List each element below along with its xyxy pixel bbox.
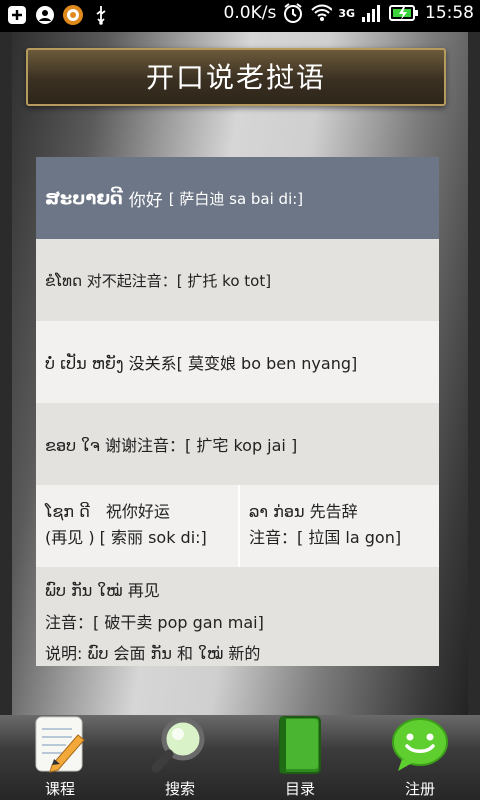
phrase-pronunciation: [ 萨白迪 sa bai di:]: [168, 189, 304, 208]
phrase-cell-goodbye[interactable]: ລາ ກ່ອນ 先告辞 注音：[ 拉国 la gon]: [238, 485, 439, 567]
status-bar: 0.0K/s 3G 15:58: [0, 0, 480, 32]
battery-icon: [389, 2, 419, 24]
clock: 15:58: [425, 3, 474, 23]
phrase-row-hello[interactable]: ສະບາຍດີ 你好 [ 萨白迪 sa bai di:]: [36, 157, 439, 239]
phrase-text: ຂອບ ໃຈ 谢谢注音：[ 扩宅 kop jai ]: [45, 436, 298, 455]
phrase-line: (再见 ) [ 索丽 sok di:]: [45, 528, 207, 547]
phrase-line: 注音：[ 破干卖 pop gan mai]: [45, 613, 264, 632]
nav-catalog-button[interactable]: 目录: [240, 715, 360, 800]
signal-icon: [361, 2, 383, 24]
chat-smile-icon: [390, 715, 450, 775]
network-type: 3G: [338, 6, 355, 20]
bottom-nav: 课程 搜索 目录 注册: [0, 715, 480, 800]
network-speed: 0.0K/s: [223, 3, 277, 23]
magnifier-icon: [150, 715, 210, 775]
nav-label: 目录: [284, 780, 315, 798]
phrase-text: ຂໍໂທດ 对不起注音：[ 扩托 ko tot]: [45, 271, 272, 290]
phrase-line: 说明: ພົບ 会面 ກັນ 和 ໃໝ່ 新的: [45, 644, 261, 663]
phrase-row-pair: ໂຊກ ດີ 祝你好运 (再见 ) [ 索丽 sok di:] ລາ ກ່ອນ …: [36, 485, 439, 567]
usb-icon: [90, 4, 112, 26]
title-banner: 开口说老挝语: [26, 48, 446, 106]
phrase-chinese: 你好: [128, 190, 163, 211]
contacts-icon: [34, 4, 56, 26]
nav-label: 课程: [44, 780, 75, 798]
phrase-text: ບໍ່ ເປັນ ຫຍັງ 没关系[ 莫变娘 bo ben nyang]: [45, 354, 358, 373]
phrase-line: ພົບ ກັນ ໃໝ່ 再见: [45, 581, 160, 600]
book-icon: [270, 715, 330, 775]
phrase-row-never-mind[interactable]: ບໍ່ ເປັນ ຫຍັງ 没关系[ 莫变娘 bo ben nyang]: [36, 321, 439, 403]
phrase-line: 注音：[ 拉国 la gon]: [249, 528, 402, 547]
phrase-cell-good-luck[interactable]: ໂຊກ ດີ 祝你好运 (再见 ) [ 索丽 sok di:]: [36, 485, 238, 567]
phrase-line: ໂຊກ ດີ 祝你好运: [45, 502, 170, 521]
phrase-lao: ສະບາຍດີ: [45, 187, 123, 209]
app-notification-icon: [62, 4, 84, 26]
add-notification-icon: [6, 4, 28, 26]
wifi-icon: [310, 2, 333, 24]
phrase-row-sorry[interactable]: ຂໍໂທດ 对不起注音：[ 扩托 ko tot]: [36, 239, 439, 321]
nav-label: 搜索: [164, 780, 195, 798]
alarm-icon: [282, 2, 304, 24]
phrase-row-see-you[interactable]: ພົບ ກັນ ໃໝ່ 再见 注音：[ 破干卖 pop gan mai] 说明:…: [36, 567, 439, 666]
nav-register-button[interactable]: 注册: [360, 715, 480, 800]
nav-course-button[interactable]: 课程: [0, 715, 120, 800]
notepad-pencil-icon: [30, 715, 90, 775]
phrase-row-thanks[interactable]: ຂອບ ໃຈ 谢谢注音：[ 扩宅 kop jai ]: [36, 403, 439, 485]
phrase-table: ສະບາຍດີ 你好 [ 萨白迪 sa bai di:] ຂໍໂທດ 对不起注音…: [36, 157, 439, 666]
nav-search-button[interactable]: 搜索: [120, 715, 240, 800]
phrase-line: ລາ ກ່ອນ 先告辞: [249, 502, 358, 521]
nav-label: 注册: [404, 780, 435, 798]
page-title: 开口说老挝语: [145, 61, 326, 94]
